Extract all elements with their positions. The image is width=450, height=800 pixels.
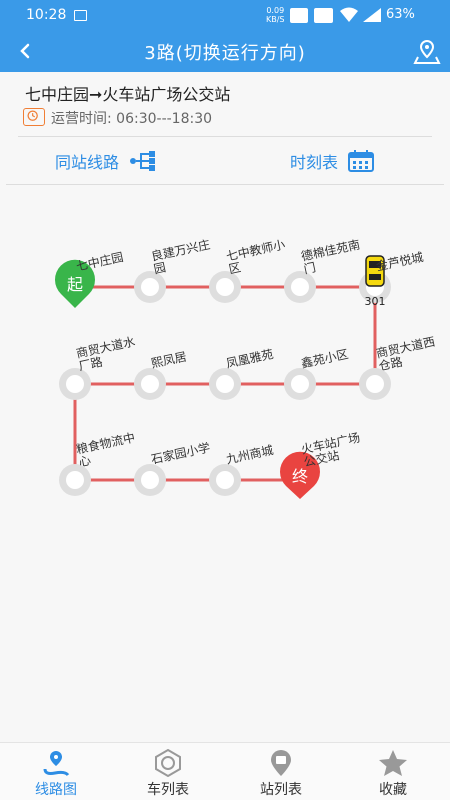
station-node-center [141,375,159,393]
network-speed-value: 0.09 [266,6,285,15]
vowifi-icon [290,8,308,23]
nav-favorites-label: 收藏 [379,782,407,798]
nav-route-map-label: 线路图 [35,782,77,798]
nav-bus-list[interactable]: 车列表 [112,743,224,800]
nav-bus-list-label: 车列表 [147,782,189,798]
timetable-label: 时刻表 [290,153,339,172]
same-station-routes-label: 同站线路 [55,153,120,172]
network-speed-unit: KB/S [266,15,285,24]
image-notification-icon [74,10,87,21]
network-speed: 0.09 KB/S [266,6,285,24]
battery-level: 63% [386,7,415,22]
route-branch-icon [130,151,156,171]
clock-icon [23,108,45,126]
bus-plate: 301 [365,295,386,308]
wifi-icon [340,7,358,22]
end-marker-label: 终 [292,467,308,486]
same-station-routes-button[interactable]: 同站线路 [55,146,157,176]
station-node-center [141,278,159,296]
timetable-button[interactable]: 时刻表 [290,146,375,176]
calendar-icon [348,150,375,172]
station-node-center [291,375,309,393]
divider [6,184,444,185]
nav-station-list[interactable]: 站列表 [225,743,337,800]
bus-list-icon [155,749,181,777]
station-node-center [366,375,384,393]
route-direction: 七中庄园➞火车站广场公交站 [25,85,231,104]
route-info-panel: 七中庄园➞火车站广场公交站 运营时间: 06:30---18:30 同站线路 时… [0,72,450,185]
station-node-center [216,278,234,296]
divider [18,136,432,137]
page-title[interactable]: 3路(切换运行方向) [0,39,450,65]
status-time: 10:28 [26,7,67,23]
star-icon [379,750,407,776]
nav-route-map[interactable]: 线路图 [0,743,112,800]
station-list-icon [271,750,291,776]
nav-favorites[interactable]: 收藏 [337,743,449,800]
route-map: 起 终 301 七中庄园 良建万兴庄 园七中教师小 区德棉佳苑南 门金芦悦城 商贸大… [0,186,450,741]
station-node-center [66,471,84,489]
station-node-center [216,375,234,393]
status-bar: 10:28 0.09 KB/S 63% [0,0,450,32]
start-marker-label: 起 [67,275,83,294]
title-bar: 3路(切换运行方向) [0,32,450,72]
map-location-icon[interactable] [412,37,442,67]
station-node-center [291,278,309,296]
operating-time: 运营时间: 06:30---18:30 [51,111,213,127]
station-node-center [66,375,84,393]
route-map-icon [43,751,70,777]
bottom-navigation: 线路图 车列表 站列表 收藏 [0,742,450,800]
volte-icon [314,8,333,23]
nav-station-list-label: 站列表 [260,782,302,798]
station-node-center [216,471,234,489]
signal-icon [363,8,381,22]
station-node-center [141,471,159,489]
